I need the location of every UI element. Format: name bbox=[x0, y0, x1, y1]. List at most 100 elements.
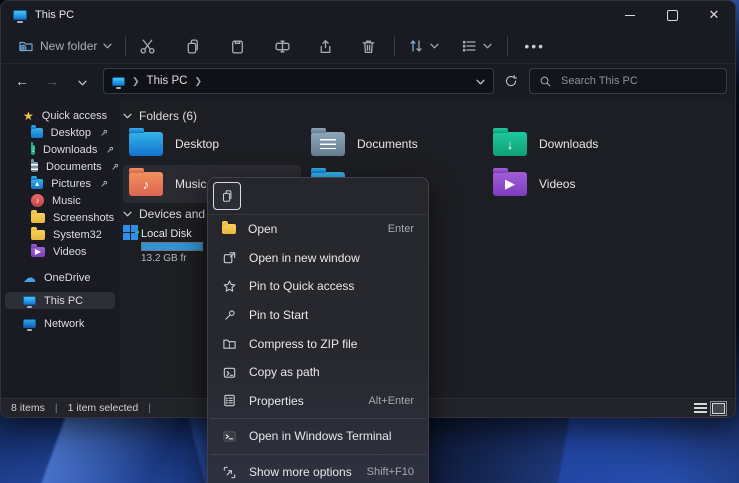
copy-icon bbox=[184, 38, 201, 55]
search-box[interactable] bbox=[529, 68, 727, 94]
copy-button[interactable] bbox=[177, 33, 208, 60]
copy-icon bbox=[220, 189, 234, 203]
menu-item-label: Pin to Start bbox=[249, 308, 308, 322]
folder-tile-desktop[interactable]: Desktop bbox=[123, 125, 301, 163]
new-folder-label: New folder bbox=[40, 39, 97, 53]
sidebar-item-label: Documents bbox=[46, 161, 102, 173]
share-button[interactable] bbox=[310, 33, 341, 60]
folder-tile-videos[interactable]: ▶ Videos bbox=[487, 165, 665, 203]
window-title: This PC bbox=[35, 9, 74, 21]
folders-section-header[interactable]: Folders (6) bbox=[123, 109, 197, 123]
sidebar-item-quick-access[interactable]: ★ Quick access bbox=[5, 107, 115, 124]
menu-item-open[interactable]: Open Enter bbox=[208, 215, 428, 244]
search-input[interactable] bbox=[559, 74, 703, 88]
back-button[interactable]: ← bbox=[7, 73, 37, 89]
menu-item-pin-to-quick-access[interactable]: Pin to Quick access bbox=[208, 272, 428, 301]
details-view-toggle[interactable] bbox=[694, 403, 707, 414]
sidebar-item-pictures[interactable]: ▴ Pictures bbox=[5, 175, 115, 192]
star-icon: ★ bbox=[23, 110, 34, 122]
sidebar-item-onedrive[interactable]: ☁ OneDrive bbox=[5, 269, 115, 286]
maximize-icon bbox=[667, 10, 678, 21]
menu-item-show-more-options[interactable]: Show more options Shift+F10 bbox=[208, 458, 428, 483]
pin-icon bbox=[99, 128, 109, 138]
navigation-pane: ★ Quick access Desktop ↓ Downloads Docum… bbox=[1, 99, 119, 398]
chevron-down-icon bbox=[430, 43, 439, 49]
copy-path-icon bbox=[222, 365, 237, 380]
cut-button[interactable] bbox=[132, 33, 163, 60]
sidebar-item-label: OneDrive bbox=[44, 272, 90, 284]
pin-icon bbox=[105, 145, 115, 155]
folders-header-label: Folders (6) bbox=[139, 109, 197, 123]
menu-item-compress-to-zip[interactable]: Compress to ZIP file bbox=[208, 329, 428, 358]
menu-item-label: Pin to Quick access bbox=[249, 279, 354, 293]
breadcrumb-this-pc[interactable]: This PC bbox=[147, 75, 188, 87]
sidebar-item-music[interactable]: ♪ Music bbox=[5, 192, 115, 209]
sidebar-item-documents[interactable]: Documents bbox=[5, 158, 115, 175]
command-bar: New folder bbox=[1, 29, 735, 64]
rename-button[interactable] bbox=[267, 33, 298, 60]
sidebar-item-label: This PC bbox=[44, 295, 83, 307]
recent-locations-button[interactable] bbox=[67, 73, 97, 89]
forward-button[interactable]: → bbox=[37, 73, 67, 89]
status-divider: | bbox=[55, 402, 58, 414]
context-menu: Open Enter Open in new window Pin to Qui… bbox=[207, 177, 429, 483]
sidebar-item-network[interactable]: Network bbox=[5, 315, 115, 332]
sidebar-item-label: Quick access bbox=[42, 110, 107, 122]
folder-tile-label: Documents bbox=[357, 137, 418, 151]
rename-icon bbox=[274, 38, 291, 55]
documents-folder-icon bbox=[311, 132, 345, 156]
sidebar-item-videos[interactable]: ▶ Videos bbox=[5, 243, 115, 260]
menu-item-open-in-windows-terminal[interactable]: Open in Windows Terminal bbox=[208, 422, 428, 451]
folder-tile-downloads[interactable]: ↓ Downloads bbox=[487, 125, 665, 163]
menu-item-pin-to-start[interactable]: Pin to Start bbox=[208, 301, 428, 330]
star-outline-icon bbox=[222, 279, 237, 294]
open-folder-icon bbox=[222, 224, 236, 234]
view-button[interactable] bbox=[454, 33, 499, 59]
menu-item-label: Open bbox=[248, 222, 277, 236]
search-icon bbox=[539, 75, 552, 88]
new-folder-button[interactable]: New folder bbox=[11, 33, 119, 59]
context-menu-icon-row bbox=[208, 178, 428, 215]
sort-button[interactable] bbox=[401, 33, 446, 59]
sidebar-item-label: System32 bbox=[53, 229, 102, 241]
close-button[interactable]: ✕ bbox=[693, 1, 735, 29]
maximize-button[interactable] bbox=[651, 1, 693, 29]
music-icon: ♪ bbox=[31, 194, 44, 207]
minimize-button[interactable] bbox=[609, 1, 651, 29]
toolbar-divider bbox=[394, 36, 395, 56]
sidebar-item-downloads[interactable]: ↓ Downloads bbox=[5, 141, 115, 158]
sidebar-item-system32[interactable]: System32 bbox=[5, 226, 115, 243]
address-bar[interactable]: ❯ This PC ❯ bbox=[103, 68, 494, 94]
breadcrumb-chevron[interactable]: ❯ bbox=[194, 76, 202, 87]
sidebar-item-label: Pictures bbox=[51, 178, 91, 190]
desktop-folder-icon bbox=[129, 132, 163, 156]
open-new-window-icon bbox=[222, 250, 237, 265]
paste-icon bbox=[229, 38, 246, 55]
windows-logo-icon bbox=[123, 225, 138, 240]
view-icon bbox=[461, 38, 477, 54]
status-selected-count: 1 item selected bbox=[68, 402, 139, 414]
downloads-icon: ↓ bbox=[31, 145, 35, 155]
sidebar-item-label: Downloads bbox=[43, 144, 97, 156]
large-icons-view-toggle[interactable] bbox=[712, 403, 725, 414]
drive-free-space: 13.2 GB fr bbox=[141, 253, 203, 264]
menu-item-properties[interactable]: Properties Alt+Enter bbox=[208, 387, 428, 416]
sidebar-item-desktop[interactable]: Desktop bbox=[5, 124, 115, 141]
paste-button[interactable] bbox=[222, 33, 253, 60]
collapse-chevron-icon bbox=[123, 113, 132, 119]
menu-item-open-in-new-window[interactable]: Open in new window bbox=[208, 244, 428, 273]
menu-item-copy-as-path[interactable]: Copy as path bbox=[208, 358, 428, 387]
folder-icon bbox=[31, 230, 45, 240]
refresh-button[interactable] bbox=[499, 70, 523, 92]
delete-icon bbox=[360, 38, 377, 55]
folder-tile-documents[interactable]: Documents bbox=[305, 125, 483, 163]
sidebar-item-screenshots[interactable]: Screenshots bbox=[5, 209, 115, 226]
delete-button[interactable] bbox=[353, 33, 384, 60]
address-dropdown-button[interactable] bbox=[476, 72, 485, 90]
copy-quick-button[interactable] bbox=[213, 182, 241, 210]
see-more-button[interactable]: ••• bbox=[514, 38, 555, 54]
toolbar-divider bbox=[507, 36, 508, 56]
sidebar-item-label: Network bbox=[44, 318, 84, 330]
chevron-down-icon bbox=[483, 43, 492, 49]
sidebar-item-this-pc[interactable]: This PC bbox=[5, 292, 115, 309]
